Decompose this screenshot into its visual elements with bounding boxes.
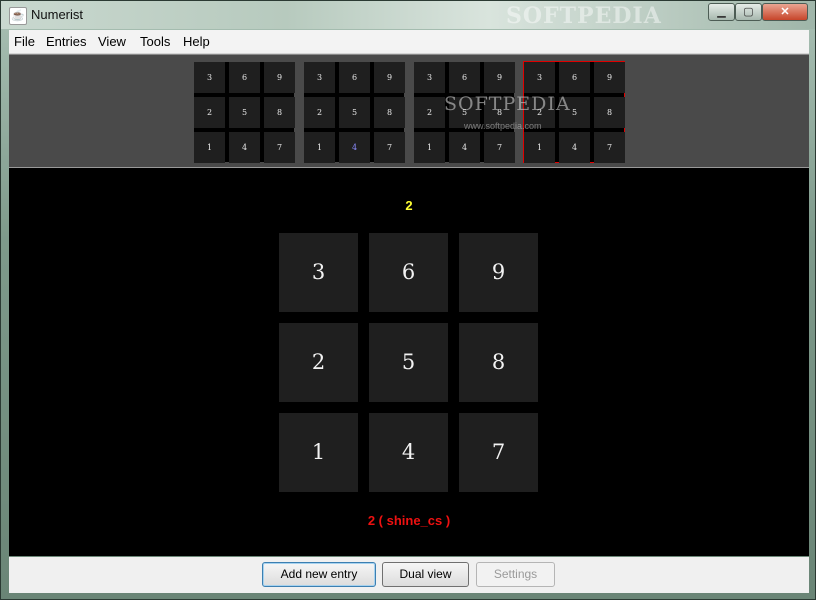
thumbnail-key: 3: [194, 62, 225, 93]
thumbnail-key: 1: [304, 132, 335, 163]
maximize-button[interactable]: ▢: [735, 3, 762, 21]
add-entry-button[interactable]: Add new entry: [262, 562, 376, 587]
keypad-key[interactable]: 9: [459, 233, 538, 312]
thumbnail-key: 7: [484, 132, 515, 163]
strip-watermark-url: www.softpedia.com: [464, 121, 542, 131]
window-title: Numerist: [31, 7, 84, 22]
button-bar: Add new entry Dual view Settings: [9, 557, 809, 593]
menu-tools[interactable]: Tools: [140, 34, 170, 49]
thumbnail-key: 7: [594, 132, 625, 163]
keypad-key[interactable]: 2: [279, 323, 358, 402]
settings-button[interactable]: Settings: [476, 562, 555, 587]
java-cup-icon: ☕: [9, 7, 27, 25]
thumbnail-key: 1: [194, 132, 225, 163]
thumbnail-key: 5: [229, 97, 260, 128]
thumbnail-key: 2: [304, 97, 335, 128]
thumbnail-key: 8: [264, 97, 295, 128]
thumbnail-1[interactable]: 369 258 147: [194, 62, 295, 163]
app-window: ☕ Numerist SOFTPEDIA ▁ ▢ ✕ File Entries …: [0, 0, 816, 600]
menu-file[interactable]: File: [14, 34, 35, 49]
maximize-icon: ▢: [743, 6, 754, 18]
thumbnail-key: 9: [484, 62, 515, 93]
thumbnail-key: 3: [414, 62, 445, 93]
thumbnail-2[interactable]: 369 258 147: [304, 62, 405, 163]
thumbnail-key: 6: [339, 62, 370, 93]
thumbnail-strip: 369258147369258147369258147369258147 SOF…: [9, 54, 809, 169]
strip-watermark: SOFTPEDIA: [444, 93, 571, 115]
dual-view-button[interactable]: Dual view: [382, 562, 469, 587]
keypad-key[interactable]: 3: [279, 233, 358, 312]
minimize-icon: ▁: [717, 6, 726, 18]
thumbnail-key: 9: [594, 62, 625, 93]
keypad-key[interactable]: 7: [459, 413, 538, 492]
menu-entries[interactable]: Entries: [46, 34, 86, 49]
thumbnail-key: 2: [414, 97, 445, 128]
thumbnail-key: 4: [559, 132, 590, 163]
thumbnail-key: 9: [264, 62, 295, 93]
current-number: 2: [405, 198, 413, 213]
thumbnail-key: 4: [229, 132, 260, 163]
thumbnail-key: 6: [559, 62, 590, 93]
thumbnail-key: 7: [264, 132, 295, 163]
thumbnail-key: 9: [374, 62, 405, 93]
keypad-key[interactable]: 4: [369, 413, 448, 492]
keypad-key[interactable]: 1: [279, 413, 358, 492]
thumbnail-key: 5: [339, 97, 370, 128]
thumbnail-key: 4: [339, 132, 370, 163]
thumbnail-key: 6: [449, 62, 480, 93]
thumbnail-key: 3: [304, 62, 335, 93]
thumbnail-key: 7: [374, 132, 405, 163]
close-button[interactable]: ✕: [762, 3, 808, 21]
thumbnail-key: 3: [524, 62, 555, 93]
thumbnail-key: 2: [194, 97, 225, 128]
title-bar[interactable]: ☕ Numerist SOFTPEDIA ▁ ▢ ✕: [1, 1, 815, 29]
thumbnail-key: 1: [414, 132, 445, 163]
menu-view[interactable]: View: [98, 34, 126, 49]
main-display: 2 2 ( shine_cs ) 369258147: [9, 168, 809, 556]
menu-help[interactable]: Help: [183, 34, 210, 49]
close-icon: ✕: [780, 6, 790, 18]
thumbnail-key: 8: [594, 97, 625, 128]
menu-bar: File Entries View Tools Help: [9, 30, 809, 54]
keypad-key[interactable]: 6: [369, 233, 448, 312]
entry-label: 2 ( shine_cs ): [367, 513, 451, 528]
thumbnail-key: 8: [374, 97, 405, 128]
keypad-key[interactable]: 8: [459, 323, 538, 402]
thumbnail-key: 4: [449, 132, 480, 163]
thumbnail-key: 6: [229, 62, 260, 93]
minimize-button[interactable]: ▁: [708, 3, 735, 21]
thumbnail-key: 1: [524, 132, 555, 163]
watermark-logo: SOFTPEDIA: [506, 3, 662, 29]
keypad-key[interactable]: 5: [369, 323, 448, 402]
